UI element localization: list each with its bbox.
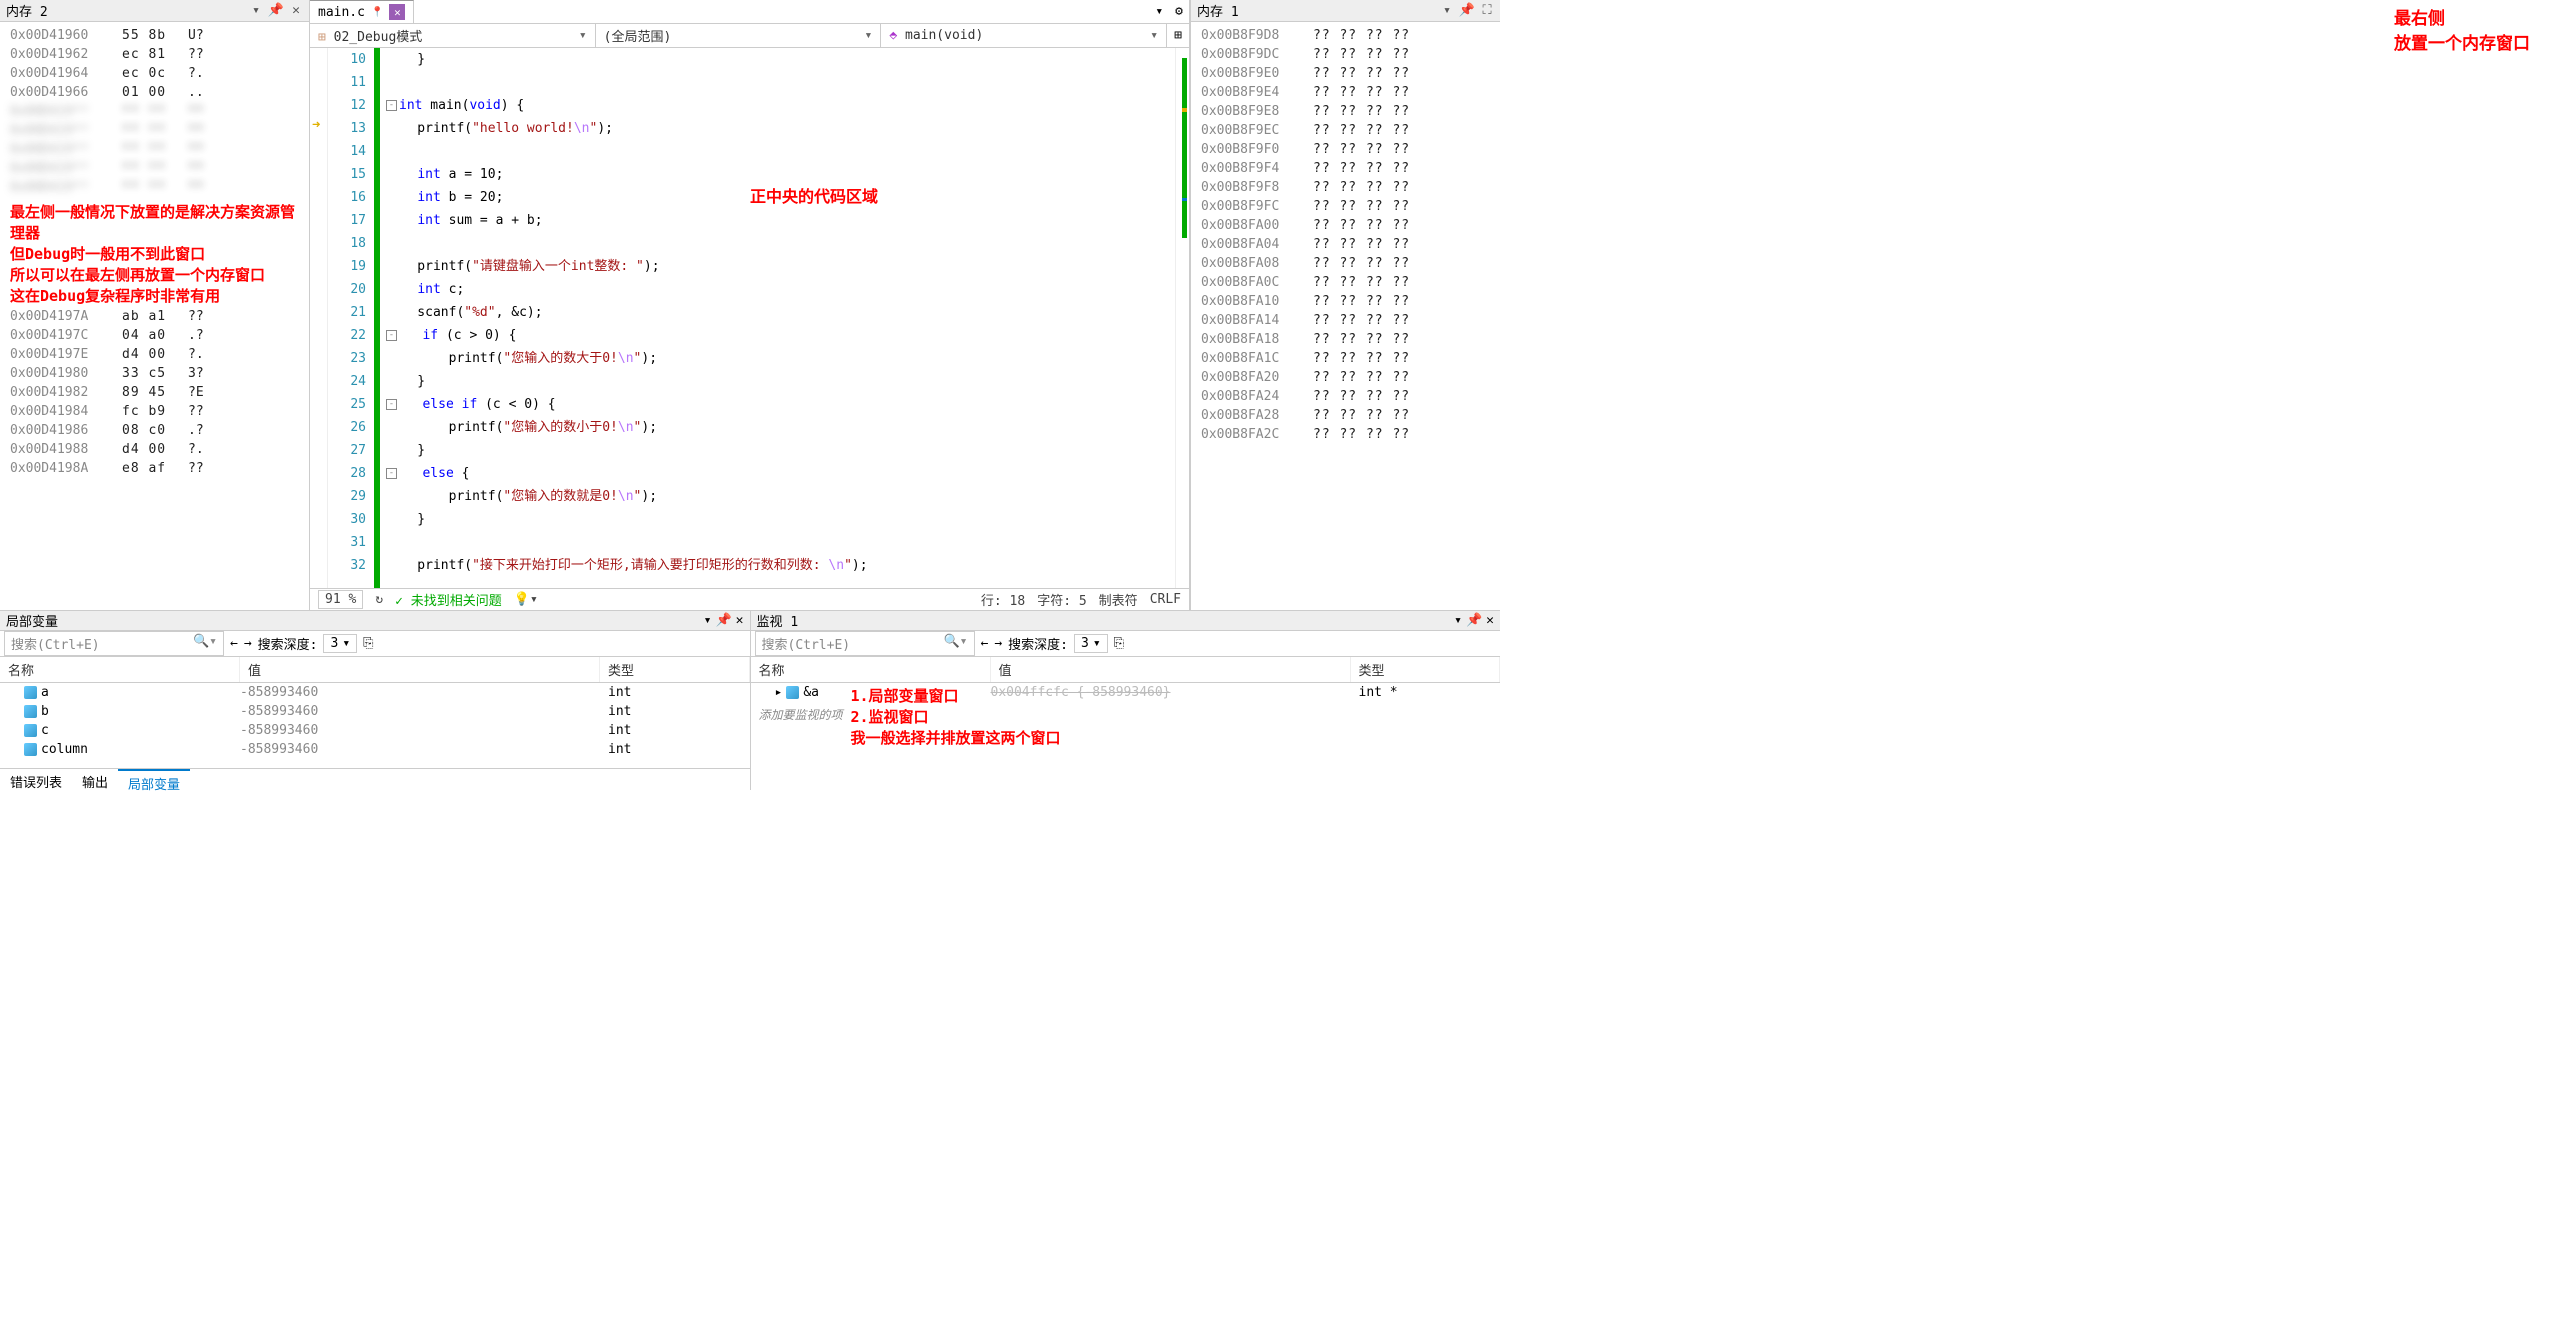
locals-header: 局部变量 ▾ 📌 ✕ — [0, 611, 750, 631]
file-scope-select[interactable]: (全局范围) ▾ — [596, 24, 882, 47]
status-eol[interactable]: CRLF — [1150, 592, 1181, 607]
col-type[interactable]: 类型 — [1351, 657, 1501, 682]
dropdown-icon[interactable]: ▾ — [249, 4, 263, 18]
watch-body[interactable]: ▸&a 0x004ffcfc {-858993460} int * 添加要监视的… — [751, 683, 1501, 790]
dropdown-icon[interactable]: ▾ — [1149, 0, 1169, 23]
pin-icon[interactable]: 📌 — [715, 613, 731, 628]
memory-panel-2: 内存 2 ▾ 📌 ✕ 0x00D4196055 8bU?0x00D41962ec… — [0, 0, 310, 610]
nav-next-icon[interactable]: → — [994, 636, 1002, 651]
line-number-gutter: 1011121314151617181920212223242526272829… — [328, 48, 374, 588]
memory-1-body[interactable]: 0x00B8F9D8?? ?? ?? ??0x00B8F9DC?? ?? ?? … — [1191, 22, 1500, 610]
tab-output[interactable]: 输出 — [72, 769, 118, 790]
annotation-center: 正中央的代码区域 — [750, 183, 878, 207]
locals-title: 局部变量 — [6, 611, 700, 630]
nav-next-icon[interactable]: → — [244, 636, 252, 651]
memory-panel-1: 内存 1 ▾ 📌 ⛶ 0x00B8F9D8?? ?? ?? ??0x00B8F9… — [1190, 0, 1500, 610]
col-value[interactable]: 值 — [991, 657, 1351, 682]
annotation-left: 最左侧一般情况下放置的是解决方案资源管理器但Debug时一般用不到此窗口所以可以… — [10, 202, 309, 307]
local-row[interactable]: c-858993460int — [0, 721, 750, 740]
tool-icon[interactable]: ⎘ — [1114, 636, 1124, 651]
function-scope-select[interactable]: ⬘ main(void) ▾ — [881, 24, 1167, 47]
no-issues-label: 未找到相关问题 — [411, 594, 502, 609]
locals-panel: 局部变量 ▾ 📌 ✕ 搜索(Ctrl+E) 🔍▾ ← → 搜索深度: 3▾ ⎘ … — [0, 611, 751, 790]
execution-arrow-icon: ➜ — [312, 117, 320, 133]
variable-icon — [786, 686, 799, 699]
split-icon[interactable]: ⊞ — [1167, 24, 1189, 47]
chevron-down-icon: ▾ — [865, 28, 873, 43]
dropdown-icon[interactable]: ▾ — [1454, 613, 1462, 628]
close-icon[interactable]: ✕ — [736, 613, 744, 628]
scroll-minimap[interactable] — [1175, 48, 1189, 588]
memory-2-header: 内存 2 ▾ 📌 ✕ — [0, 0, 309, 22]
watch-toolbar: 搜索(Ctrl+E) 🔍▾ ← → 搜索深度: 3▾ ⎘ — [751, 631, 1501, 657]
status-line[interactable]: 行: 18 — [981, 590, 1025, 609]
memory-1-header: 内存 1 ▾ 📌 ⛶ — [1191, 0, 1500, 22]
status-indent[interactable]: 制表符 — [1099, 590, 1138, 609]
watch-column-headers: 名称 值 类型 — [751, 657, 1501, 683]
code-viewport[interactable]: ➜ 10111213141516171819202122232425262728… — [310, 48, 1189, 588]
pin-icon[interactable]: 📌 — [1466, 613, 1482, 628]
close-icon[interactable]: ✕ — [389, 4, 405, 20]
locals-body[interactable]: a-858993460intb-858993460intc-858993460i… — [0, 683, 750, 768]
pin-icon[interactable]: 📌 — [1460, 4, 1474, 18]
editor-status-bar: 91 % ↻ ✓ 未找到相关问题 💡▾ 行: 18 字符: 5 制表符 CRLF — [310, 588, 1189, 610]
dropdown-icon[interactable]: ▾ — [1440, 4, 1454, 18]
breakpoint-gutter[interactable]: ➜ — [310, 48, 328, 588]
tab-label: main.c — [318, 5, 365, 20]
local-row[interactable]: column-858993460int — [0, 740, 750, 759]
project-scope-select[interactable]: ⊞ 02_Debug模式 ▾ — [310, 24, 596, 47]
lightbulb-icon[interactable]: 💡▾ — [514, 592, 538, 607]
memory-2-title: 内存 2 — [6, 1, 243, 20]
tab-error-list[interactable]: 错误列表 — [0, 769, 72, 790]
watch-panel: 监视 1 ▾ 📌 ✕ 搜索(Ctrl+E) 🔍▾ ← → 搜索深度: 3▾ ⎘ … — [751, 611, 1501, 790]
editor-scope-bar: ⊞ 02_Debug模式 ▾ (全局范围) ▾ ⬘ main(void) ▾ ⊞ — [310, 24, 1189, 48]
close-icon[interactable]: ✕ — [1486, 613, 1494, 628]
dropdown-icon[interactable]: ▾ — [704, 613, 712, 628]
nav-prev-icon[interactable]: ← — [981, 636, 989, 651]
annotation-bottom: 下方只要保留2个最重要的窗口即可:1.局部变量窗口2.监视窗口我一般选择并排放置… — [851, 683, 1094, 749]
annotation-right: 最右侧放置一个内存窗口 — [2394, 4, 2530, 54]
locals-toolbar: 搜索(Ctrl+E) 🔍▾ ← → 搜索深度: 3▾ ⎘ — [0, 631, 750, 657]
tab-main-c[interactable]: main.c 📍 ✕ — [310, 0, 414, 23]
settings-icon[interactable]: ⚙ — [1169, 0, 1189, 23]
search-icon: 🔍▾ — [193, 634, 217, 653]
expand-icon[interactable]: ▸ — [775, 685, 783, 700]
close-icon[interactable]: ✕ — [289, 4, 303, 18]
memory-1-title: 内存 1 — [1197, 1, 1434, 20]
local-row[interactable]: a-858993460int — [0, 683, 750, 702]
bottom-tab-strip: 错误列表 输出 局部变量 — [0, 768, 750, 790]
code-editor: main.c 📍 ✕ ▾ ⚙ ⊞ 02_Debug模式 ▾ (全局范围) ▾ ⬘… — [310, 0, 1190, 610]
depth-select[interactable]: 3▾ — [1074, 634, 1108, 653]
col-name[interactable]: 名称 — [0, 657, 240, 682]
col-type[interactable]: 类型 — [600, 657, 750, 682]
col-name[interactable]: 名称 — [751, 657, 991, 682]
watch-header: 监视 1 ▾ 📌 ✕ — [751, 611, 1501, 631]
pin-icon[interactable]: 📌 — [269, 4, 283, 18]
depth-label: 搜索深度: — [258, 634, 318, 653]
tool-icon[interactable]: ⎘ — [363, 636, 373, 651]
chevron-down-icon: ▾ — [579, 28, 587, 43]
locals-column-headers: 名称 值 类型 — [0, 657, 750, 683]
status-char[interactable]: 字符: 5 — [1037, 590, 1086, 609]
locals-search-input[interactable]: 搜索(Ctrl+E) 🔍▾ — [4, 631, 224, 656]
pin-icon[interactable]: 📍 — [371, 7, 383, 18]
depth-select[interactable]: 3▾ — [323, 634, 357, 653]
depth-label: 搜索深度: — [1008, 634, 1068, 653]
editor-tabs: main.c 📍 ✕ ▾ ⚙ — [310, 0, 1189, 24]
watch-search-input[interactable]: 搜索(Ctrl+E) 🔍▾ — [755, 631, 975, 656]
col-value[interactable]: 值 — [240, 657, 600, 682]
zoom-select[interactable]: 91 % — [318, 590, 363, 609]
watch-title: 监视 1 — [757, 611, 1451, 630]
tab-locals[interactable]: 局部变量 — [118, 769, 190, 790]
code-text[interactable]: 正中央的代码区域 }-int main(void) { printf("hell… — [380, 48, 1175, 588]
maximize-icon[interactable]: ⛶ — [1480, 4, 1494, 18]
chevron-down-icon: ▾ — [1150, 28, 1158, 43]
local-row[interactable]: b-858993460int — [0, 702, 750, 721]
nav-prev-icon[interactable]: ← — [230, 636, 238, 651]
search-icon: 🔍▾ — [943, 634, 967, 653]
check-icon: ✓ — [395, 594, 403, 609]
refresh-icon[interactable]: ↻ — [375, 592, 383, 607]
memory-2-body[interactable]: 0x00D4196055 8bU?0x00D41962ec 81??0x00D4… — [0, 22, 309, 610]
